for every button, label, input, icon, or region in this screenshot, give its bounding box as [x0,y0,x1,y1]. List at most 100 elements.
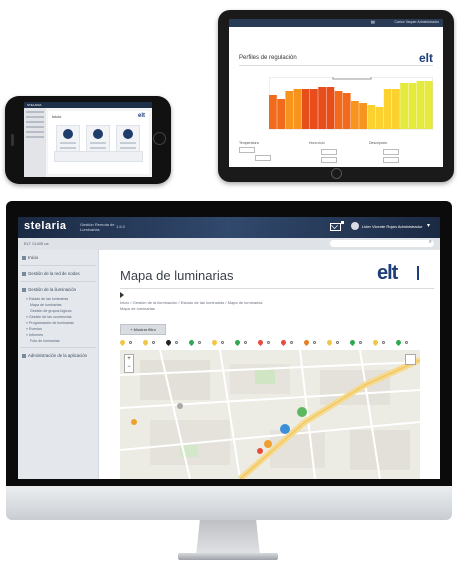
map-marker-icon[interactable] [187,338,196,347]
tablet-regulation-chart [269,77,433,130]
map-marker-icon[interactable] [302,338,311,347]
map-marker-icon[interactable] [348,338,357,347]
phone-main: Inicio elt [48,111,149,174]
map-marker-icon[interactable] [118,338,127,347]
marker-filter-checkbox[interactable] [267,341,270,344]
page-title: Mapa de luminarias [120,268,234,283]
phone-dashboard-card[interactable] [116,125,140,153]
collapse-arrow-icon[interactable] [120,292,124,298]
phone-dashboard-card[interactable] [56,125,80,153]
chart-bar [285,91,294,129]
chart-bar [310,89,318,129]
chart-icon [22,287,26,292]
marker-filter-checkbox[interactable] [198,341,201,344]
search-input[interactable]: ⌕ [330,239,434,247]
marker-filter-checkbox[interactable] [313,341,316,344]
chart-bar [408,83,417,129]
chart-bar [416,81,425,129]
chart-bar [383,89,392,129]
sidebar-subitem[interactable]: Foto de luminarias [30,339,60,343]
map-marker-icon[interactable] [371,338,380,347]
chart-bar [334,91,343,129]
sidebar: Inicio Gestión de la red de nodos Gestió… [18,250,99,479]
chart-bar [424,81,433,129]
chart-bar [400,83,408,129]
temperatura-field[interactable] [239,147,255,153]
map-marker-icon[interactable] [164,338,173,347]
mail-icon[interactable] [330,223,341,231]
top-bar: ELT CLMS ue ⌕ [18,238,440,250]
sidebar-subitem[interactable]: Gestión de grupos lógicos [30,309,72,313]
imac-stand [196,520,260,556]
hora-field[interactable] [321,149,337,155]
marker-filter-checkbox[interactable] [175,341,178,344]
breadcrumb[interactable]: Inicio / Gestión de la iluminación / Est… [120,300,263,305]
chart-selector-dropdown[interactable] [332,77,372,80]
zoom-control[interactable]: + − [124,354,134,373]
marker-filter-checkbox[interactable] [359,341,362,344]
map-marker-icon[interactable] [210,338,219,347]
avatar[interactable] [351,222,359,230]
descripcion-field-2[interactable] [383,157,399,163]
notification-icon[interactable] [341,221,344,224]
sidebar-subitem[interactable]: » Estado de las luminarias [26,297,68,301]
elt-logo-mark [417,266,425,280]
sidebar-subitem[interactable]: » Gestión de las ocurrencias [26,315,72,319]
sidebar-item-red-nodos[interactable]: Gestión de la red de nodos [22,271,80,276]
chart-bar [269,95,277,129]
phone-device: STELARIA Inicio elt [5,96,171,184]
sidebar-divider [20,281,96,282]
map-marker-icon[interactable] [394,338,403,347]
chart-bar [351,101,359,129]
marker-filter-checkbox[interactable] [129,341,132,344]
chart-bar [301,89,310,129]
sidebar-subitem[interactable]: » Programación de luminarias [26,321,74,325]
chart-bar [359,103,367,129]
marker-filter-checkbox[interactable] [152,341,155,344]
sidebar-divider [20,347,96,348]
zoom-out-button[interactable]: − [125,363,133,371]
sidebar-subitem[interactable]: » Eventos [26,327,42,331]
temperatura-field-2[interactable] [255,155,271,161]
phone-dashboard-card[interactable] [86,125,110,153]
search-icon[interactable]: ⌕ [429,239,432,246]
tablet-user-name[interactable]: Carlos Vaquer Administrador [395,20,439,24]
sidebar-subitem-mapa[interactable]: Mapa de luminarias [30,303,61,307]
chart-bar [342,93,351,129]
sidebar-item-iluminacion[interactable]: Gestión de la iluminación [22,287,76,292]
map-marker-icon[interactable] [256,338,265,347]
layers-icon[interactable] [405,354,416,365]
marker-filter-checkbox[interactable] [405,341,408,344]
tablet-page-title: Perfiles de regulación [239,55,297,61]
marker-legend [118,338,420,347]
sidebar-item-inicio[interactable]: Inicio [22,255,38,260]
descripcion-field[interactable] [383,149,399,155]
imac-chin [6,486,452,520]
map[interactable]: + − [120,350,420,479]
zoom-in-button[interactable]: + [125,355,133,363]
chart-bar [293,89,302,129]
show-filter-button[interactable]: + Mostrar filtro [120,324,166,335]
map-marker-icon[interactable] [141,338,150,347]
marker-filter-checkbox[interactable] [336,341,339,344]
marker-filter-checkbox[interactable] [244,341,247,344]
marker-filter-checkbox[interactable] [290,341,293,344]
tablet-mail-icon[interactable]: ✉ [371,20,375,26]
sidebar-item-administracion[interactable]: Administración de la aplicación [22,353,92,359]
user-name[interactable]: Lider Vicente Rojan Administrador [362,224,422,229]
sidebar-divider [20,265,96,266]
stelaria-logo[interactable]: stelaria [24,220,67,232]
map-marker-icon[interactable] [233,338,242,347]
marker-filter-checkbox[interactable] [221,341,224,344]
phone-elt-logo: elt [137,113,145,119]
elt-logo: elt [377,262,398,284]
chart-bar [392,89,400,129]
hora-field-2[interactable] [321,157,337,163]
map-marker-icon[interactable] [279,338,288,347]
map-marker-icon[interactable] [325,338,334,347]
temperatura-label: Temperatura [239,141,259,145]
sidebar-subitem[interactable]: » Informes [26,333,43,337]
chevron-down-icon[interactable]: ▾ [427,222,430,229]
desktop-screen: stelaria Gestión Remota de Luminarias 1.… [18,217,440,479]
marker-filter-checkbox[interactable] [382,341,385,344]
